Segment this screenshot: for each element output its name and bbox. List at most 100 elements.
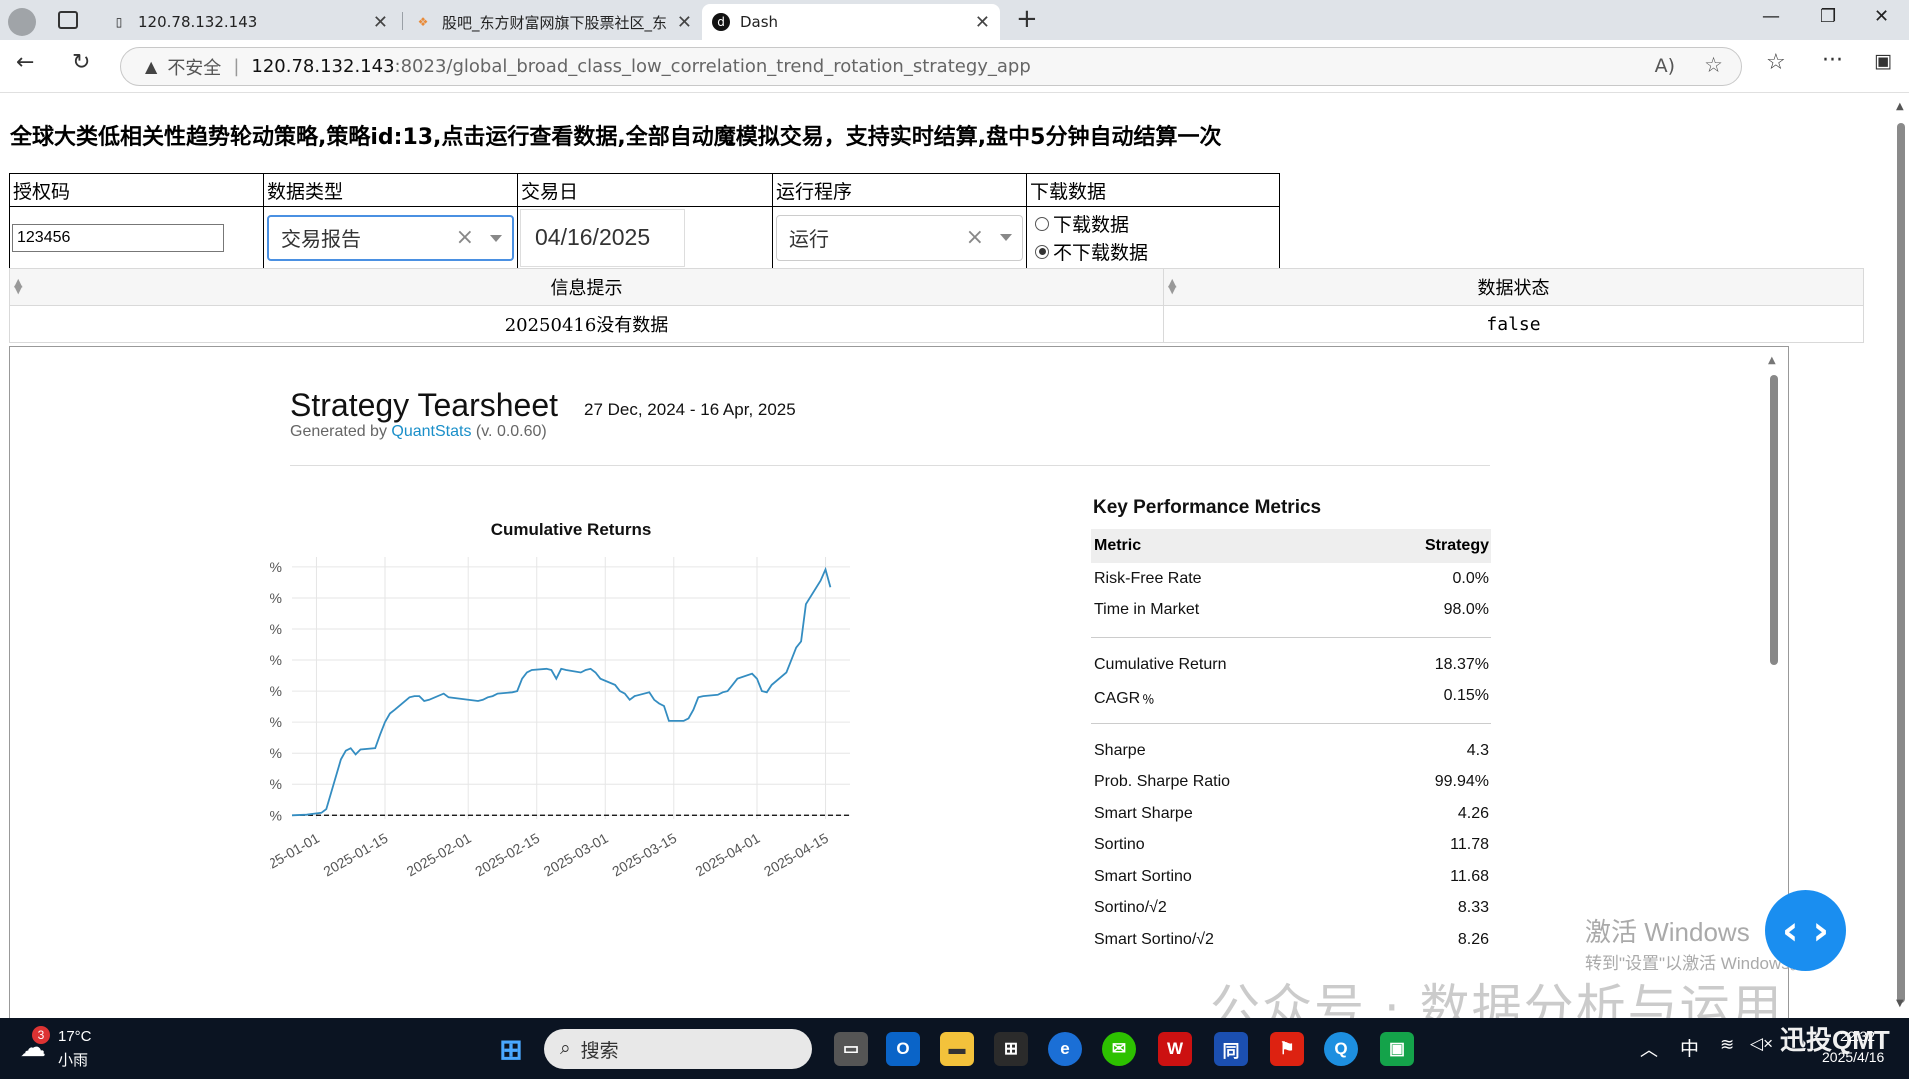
ths-icon[interactable]: 同 (1214, 1032, 1248, 1066)
metric-row: Prob. Sharpe Ratio 99.94% (1091, 767, 1491, 799)
data-type-dropdown[interactable]: 交易报告 × (267, 214, 514, 261)
auth-code-input[interactable] (12, 223, 224, 252)
dash-icon: d (712, 13, 730, 31)
chat-app-icon[interactable]: ▣ (1380, 1032, 1414, 1066)
header-data-type: 数据类型 (263, 173, 518, 207)
chart-title: Cumulative Returns (491, 520, 652, 539)
edge-icon[interactable]: e (1048, 1032, 1082, 1066)
metric-name: Smart Sortino/√2 (1094, 930, 1214, 948)
tearsheet-frame[interactable]: Strategy Tearsheet 27 Dec, 2024 - 16 Apr… (9, 346, 1789, 1018)
windows-start-icon[interactable]: ⊞ (494, 1032, 528, 1066)
sort-icon[interactable]: ▲ ▼ (14, 277, 22, 295)
wifi-icon[interactable]: ≋ (1720, 1035, 1734, 1055)
column-header-info[interactable]: ▲ ▼ 信息提示 (9, 268, 1164, 306)
radio-button-selected[interactable] (1035, 244, 1049, 259)
back-icon[interactable]: ← (16, 50, 34, 75)
sort-icon[interactable]: ▲ ▼ (1168, 277, 1176, 295)
x-tick-label: 2025-03-01 (541, 830, 611, 880)
page-scrollbar[interactable]: ▲ ▼ (1893, 93, 1909, 1018)
program-dropdown[interactable]: 运行 × (776, 214, 1023, 261)
trade-date-picker[interactable]: 04/16/2025 (520, 208, 685, 267)
metrics-title: Key Performance Metrics (1093, 497, 1322, 518)
chevron-down-icon[interactable] (1000, 233, 1012, 241)
wechat-icon[interactable]: ✉ (1102, 1032, 1136, 1066)
metric-row: Sharpe 4.3 (1091, 735, 1491, 767)
code-toggle-button[interactable]: ‹ › (1765, 890, 1846, 971)
clock-date[interactable]: 2025/4/16 (1822, 1049, 1884, 1065)
radio-no-download[interactable]: 不下载数据 (1027, 238, 1279, 266)
radio-label: 不下载数据 (1053, 242, 1149, 264)
warning-icon[interactable]: ▲ (145, 57, 157, 76)
new-tab-icon[interactable]: + (1016, 4, 1038, 34)
read-aloud-icon[interactable]: A) (1655, 55, 1675, 77)
metric-value: 4.26 (1457, 804, 1489, 822)
guba-icon: ❖ (417, 15, 429, 29)
browser-tab-strip: ▯ 120.78.132.143 ✕ ❖ 股吧_东方财富网旗下股票社区_东 ✕ … (0, 0, 1909, 40)
tab-actions-icon[interactable] (58, 11, 78, 29)
x-tick-label: 2025-02-15 (472, 830, 542, 880)
search-icon: ⌕ (560, 1038, 571, 1059)
metric-name: Sortino (1094, 836, 1145, 854)
browser-tab-ip[interactable]: ▯ 120.78.132.143 ✕ (100, 4, 398, 40)
browser-tab-guba[interactable]: ❖ 股吧_东方财富网旗下股票社区_东 ✕ (404, 4, 702, 40)
restore-icon[interactable]: ❐ (1820, 6, 1836, 27)
clear-icon[interactable]: × (456, 225, 474, 250)
taskbar-search[interactable]: ⌕ 搜索 (544, 1029, 812, 1069)
address-bar[interactable]: ▲ 不安全 | 120.78.132.143 :8023/global_broa… (120, 47, 1742, 86)
url-path: :8023/global_broad_class_low_correlation… (394, 56, 1031, 77)
x-tick-label: 2025-01-15 (320, 830, 390, 880)
more-menu-icon[interactable]: ··· (1822, 48, 1843, 73)
wps-icon[interactable]: W (1158, 1032, 1192, 1066)
scrollbar-thumb[interactable] (1770, 375, 1778, 665)
x-tick-label: 2025-04-15 (761, 830, 831, 880)
weather-desc[interactable]: 小雨 (58, 1049, 88, 1070)
stock-app-icon[interactable]: ⚑ (1270, 1032, 1304, 1066)
x-tick-label: 2025-03-15 (609, 830, 679, 880)
metric-name: Risk-Free Rate (1094, 569, 1202, 587)
weather-temp[interactable]: 17°C (58, 1028, 92, 1045)
chevron-down-icon[interactable] (490, 234, 502, 242)
minimize-icon[interactable]: — (1762, 6, 1780, 27)
close-icon[interactable]: ✕ (677, 12, 692, 33)
favorites-icon[interactable]: ☆ (1766, 50, 1786, 75)
clock-time[interactable]: 22:32 (1840, 1028, 1875, 1044)
y-tick-label: 0% (270, 807, 282, 823)
profile-avatar-icon[interactable] (8, 8, 36, 36)
task-view-icon[interactable]: ▭ (834, 1032, 868, 1066)
refresh-icon[interactable]: ↻ (72, 50, 90, 75)
close-icon[interactable]: ✕ (975, 12, 990, 33)
metric-value: 0.0% (1452, 569, 1489, 587)
search-app-icon[interactable]: Q (1324, 1032, 1358, 1066)
outlook-icon[interactable]: O (886, 1032, 920, 1066)
metrics-divider (1091, 723, 1491, 724)
ime-indicator[interactable]: 中 (1680, 1034, 1699, 1061)
y-tick-label: 20% (270, 559, 282, 575)
close-icon[interactable]: ✕ (373, 12, 388, 33)
clear-icon[interactable]: × (966, 225, 984, 250)
metrics-divider (1091, 637, 1491, 638)
volume-muted-icon[interactable]: ◁× (1750, 1034, 1773, 1054)
sidebar-icon[interactable]: ▣ (1874, 50, 1892, 72)
tearsheet-generated: Generated by QuantStats (v. 0.0.60) (290, 423, 547, 440)
favorite-star-icon[interactable]: ☆ (1704, 53, 1723, 77)
weather-badge: 3 (32, 1026, 50, 1044)
file-explorer-icon[interactable]: ▬ (940, 1032, 974, 1066)
tray-chevron-up-icon[interactable]: ︿ (1640, 1036, 1658, 1062)
radio-download[interactable]: 下载数据 (1027, 210, 1279, 238)
metric-name: Cumulative Return (1094, 655, 1227, 673)
radio-button[interactable] (1035, 216, 1049, 231)
metric-name: Smart Sortino (1094, 867, 1192, 885)
scrollbar-thumb[interactable] (1897, 123, 1905, 1003)
close-window-icon[interactable]: ✕ (1874, 6, 1889, 27)
cumulative-returns-chart: Cumulative Returns 0% 2% 5% 8% 10% 13% 15% 18% 20… (270, 520, 850, 880)
insecure-label[interactable]: 不安全 (167, 54, 221, 80)
tearsheet-title: Strategy Tearsheet (290, 387, 559, 423)
store-icon[interactable]: ⊞ (994, 1032, 1028, 1066)
metric-row: CAGR﹪ 0.15% (1091, 681, 1491, 713)
metric-row: Sortino 11.78 (1091, 830, 1491, 862)
y-tick-label: 10% (270, 683, 282, 699)
column-header-status[interactable]: ▲ ▼ 数据状态 (1163, 268, 1864, 306)
browser-tab-dash[interactable]: d Dash ✕ (702, 4, 1000, 40)
quantstats-link[interactable]: QuantStats (391, 423, 471, 440)
x-tick-label: 2025-04-01 (692, 830, 762, 880)
